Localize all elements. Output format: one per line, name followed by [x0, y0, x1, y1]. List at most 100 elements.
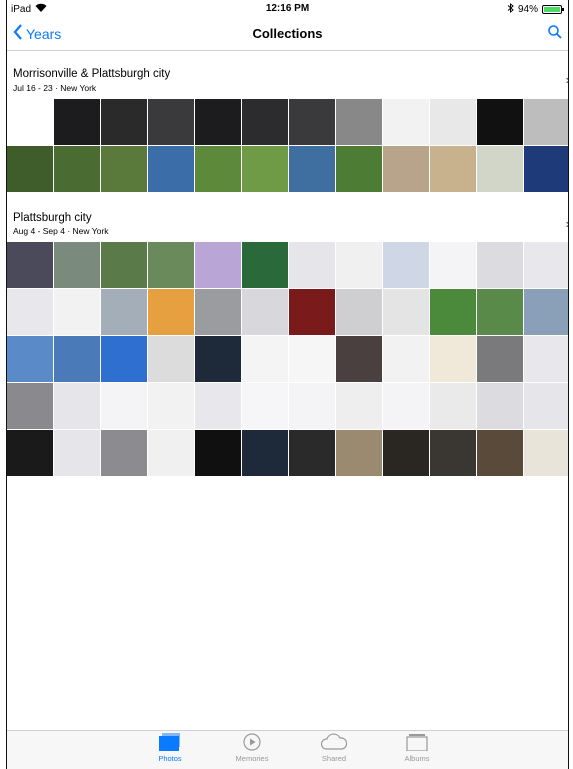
photo-thumbnail[interactable] [289, 289, 335, 335]
photo-thumbnail[interactable] [54, 242, 100, 288]
photo-thumbnail[interactable] [148, 289, 194, 335]
photo-thumbnail[interactable] [524, 146, 568, 192]
battery-percent: 94% [517, 4, 538, 15]
photo-thumbnail[interactable] [383, 146, 429, 192]
photo-thumbnail[interactable] [54, 430, 100, 476]
photo-thumbnail[interactable] [7, 336, 53, 382]
photo-thumbnail[interactable] [54, 146, 100, 192]
photo-thumbnail[interactable] [242, 430, 288, 476]
photo-thumbnail[interactable] [524, 289, 568, 335]
photo-thumbnail[interactable] [195, 430, 241, 476]
photo-thumbnail[interactable] [524, 383, 568, 429]
photo-thumbnail[interactable] [195, 289, 241, 335]
albums-icon [406, 734, 428, 753]
photo-thumbnail[interactable] [336, 383, 382, 429]
photo-thumbnail[interactable] [430, 242, 476, 288]
photo-thumbnail[interactable] [195, 146, 241, 192]
photo-thumbnail[interactable] [54, 383, 100, 429]
photo-grid [7, 242, 568, 476]
photo-thumbnail[interactable] [524, 430, 568, 476]
photo-thumbnail[interactable] [524, 336, 568, 382]
photo-thumbnail[interactable] [195, 242, 241, 288]
photo-thumbnail[interactable] [7, 99, 53, 145]
photo-thumbnail[interactable] [289, 146, 335, 192]
photo-thumbnail[interactable] [477, 289, 523, 335]
photo-thumbnail[interactable] [336, 289, 382, 335]
photo-thumbnail[interactable] [195, 99, 241, 145]
photo-thumbnail[interactable] [477, 430, 523, 476]
photo-thumbnail[interactable] [242, 383, 288, 429]
photo-thumbnail[interactable] [289, 99, 335, 145]
photo-thumbnail[interactable] [477, 242, 523, 288]
photo-thumbnail[interactable] [383, 383, 429, 429]
photo-thumbnail[interactable] [430, 289, 476, 335]
photo-thumbnail[interactable] [195, 336, 241, 382]
photo-thumbnail[interactable] [336, 99, 382, 145]
photo-thumbnail[interactable] [524, 242, 568, 288]
photo-thumbnail[interactable] [54, 289, 100, 335]
photo-thumbnail[interactable] [7, 430, 53, 476]
photo-thumbnail[interactable] [7, 242, 53, 288]
tab-shared[interactable]: Shared [304, 733, 364, 763]
photo-thumbnail[interactable] [430, 383, 476, 429]
photo-thumbnail[interactable] [101, 242, 147, 288]
photo-thumbnail[interactable] [148, 99, 194, 145]
photo-thumbnail[interactable] [289, 242, 335, 288]
photo-thumbnail[interactable] [101, 383, 147, 429]
battery-icon [542, 5, 564, 14]
photo-thumbnail[interactable] [54, 99, 100, 145]
photo-thumbnail[interactable] [383, 99, 429, 145]
photo-thumbnail[interactable] [101, 430, 147, 476]
photo-thumbnail[interactable] [289, 336, 335, 382]
photo-thumbnail[interactable] [242, 336, 288, 382]
photo-thumbnail[interactable] [383, 336, 429, 382]
photo-thumbnail[interactable] [148, 146, 194, 192]
photo-thumbnail[interactable] [7, 383, 53, 429]
photo-thumbnail[interactable] [289, 430, 335, 476]
photo-thumbnail[interactable] [477, 383, 523, 429]
status-time: 12:16 PM [265, 3, 310, 14]
photo-thumbnail[interactable] [477, 336, 523, 382]
photo-thumbnail[interactable] [242, 99, 288, 145]
tab-albums[interactable]: Albums [387, 733, 447, 763]
collection-subtitle: Aug 4 - Sep 4 · New York [13, 226, 109, 236]
photo-thumbnail[interactable] [242, 146, 288, 192]
photo-thumbnail[interactable] [430, 99, 476, 145]
photo-thumbnail[interactable] [477, 99, 523, 145]
photo-thumbnail[interactable] [383, 289, 429, 335]
photo-thumbnail[interactable] [148, 383, 194, 429]
bluetooth-icon [507, 2, 514, 16]
photo-thumbnail[interactable] [524, 99, 568, 145]
photo-thumbnail[interactable] [101, 336, 147, 382]
tab-memories[interactable]: Memories [222, 733, 282, 763]
photo-thumbnail[interactable] [148, 336, 194, 382]
photo-thumbnail[interactable] [383, 242, 429, 288]
photo-thumbnail[interactable] [7, 146, 53, 192]
photo-thumbnail[interactable] [7, 289, 53, 335]
photo-thumbnail[interactable] [148, 242, 194, 288]
photo-thumbnail[interactable] [430, 336, 476, 382]
photo-thumbnail[interactable] [477, 146, 523, 192]
photo-thumbnail[interactable] [101, 289, 147, 335]
photo-thumbnail[interactable] [101, 146, 147, 192]
cloud-icon [320, 733, 348, 753]
photo-thumbnail[interactable] [242, 242, 288, 288]
tab-photos[interactable]: Photos [140, 733, 200, 763]
photo-thumbnail[interactable] [336, 336, 382, 382]
photo-thumbnail[interactable] [430, 430, 476, 476]
tab-label: Albums [404, 754, 430, 763]
photo-thumbnail[interactable] [242, 289, 288, 335]
photo-thumbnail[interactable] [195, 383, 241, 429]
photo-thumbnail[interactable] [289, 383, 335, 429]
chevron-right-icon: › [566, 72, 568, 87]
search-button[interactable] [548, 25, 562, 44]
photo-thumbnail[interactable] [430, 146, 476, 192]
photo-thumbnail[interactable] [101, 99, 147, 145]
photo-thumbnail[interactable] [383, 430, 429, 476]
photo-thumbnail[interactable] [336, 242, 382, 288]
photo-thumbnail[interactable] [336, 430, 382, 476]
photo-thumbnail[interactable] [336, 146, 382, 192]
photos-icon [158, 733, 182, 753]
photo-thumbnail[interactable] [54, 336, 100, 382]
photo-thumbnail[interactable] [148, 430, 194, 476]
